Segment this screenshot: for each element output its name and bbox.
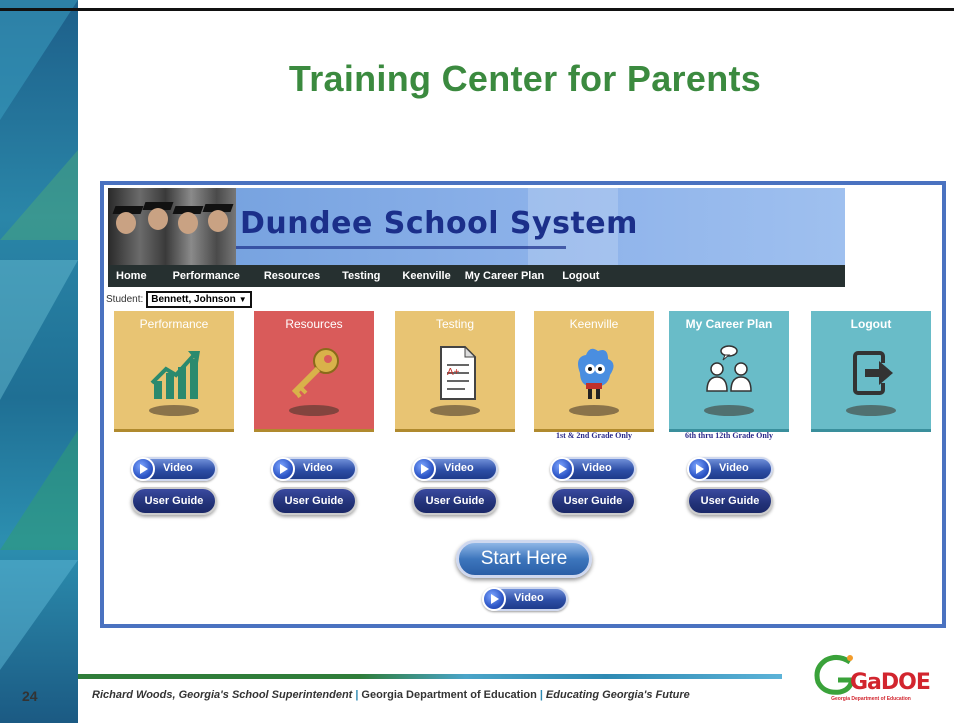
video-label: Video	[514, 592, 544, 604]
nav-logout[interactable]: Logout	[562, 270, 599, 282]
play-icon	[412, 457, 436, 481]
top-divider	[0, 8, 954, 11]
video-label: Video	[582, 462, 612, 474]
portal-logo-title: Dundee School System	[240, 206, 638, 241]
tile-label: Resources	[285, 317, 343, 331]
video-button[interactable]: Video	[131, 457, 217, 481]
portal-navbar: Home Performance Resources Testing Keenv…	[108, 265, 845, 287]
footer-text: Richard Woods, Georgia's School Superint…	[92, 689, 690, 701]
user-guide-button[interactable]: User Guide	[131, 487, 217, 515]
media-button-row: Video User Guide Video User Guide Video …	[104, 457, 942, 527]
tile-label: My Career Plan	[685, 317, 773, 331]
test-document-icon: A+	[440, 345, 477, 400]
user-guide-button[interactable]: User Guide	[271, 487, 357, 515]
play-icon	[550, 457, 574, 481]
chart-icon	[150, 351, 200, 399]
user-guide-button[interactable]: User Guide	[412, 487, 498, 515]
tile-row: Performance Resources Testing A+ Keenvil…	[104, 311, 942, 451]
tile-logout[interactable]: Logout	[811, 311, 931, 432]
play-icon	[687, 457, 711, 481]
nav-home[interactable]: Home	[116, 270, 147, 282]
play-icon	[131, 457, 155, 481]
tile-label: Logout	[850, 317, 892, 331]
tile-label: Testing	[435, 317, 475, 331]
tile-resources[interactable]: Resources	[254, 311, 374, 432]
graduates-photo	[108, 188, 236, 266]
gadoe-logo-subtitle: Georgia Department of Education	[831, 696, 911, 702]
nav-testing[interactable]: Testing	[342, 270, 380, 282]
user-guide-button[interactable]: User Guide	[550, 487, 636, 515]
footer-divider	[78, 674, 782, 679]
page-number: 24	[22, 688, 38, 704]
video-button[interactable]: Video	[271, 457, 357, 481]
gadoe-logo-text: GaDOE	[850, 670, 931, 695]
tile-note: 6th thru 12th Grade Only	[684, 431, 773, 440]
student-selector-row: Student: Bennett, Johnson ▼	[106, 291, 252, 308]
video-button[interactable]: Video	[687, 457, 773, 481]
portal-screenshot: Dundee School System Home Performance Re…	[100, 181, 946, 628]
tile-performance[interactable]: Performance	[114, 311, 234, 432]
nav-resources[interactable]: Resources	[264, 270, 320, 282]
tile-note: 1st & 2nd Grade Only	[555, 431, 632, 440]
tile-keenville[interactable]: Keenville 1st & 2nd Grade Only	[534, 311, 654, 440]
tile-label: Performance	[139, 317, 209, 331]
video-label: Video	[303, 462, 333, 474]
student-select-value: Bennett, Johnson	[151, 294, 236, 305]
nav-keenville[interactable]: Keenville	[402, 270, 450, 282]
chevron-down-icon: ▼	[238, 295, 247, 304]
gadoe-logo: GaDOE Georgia Department of Education	[810, 652, 932, 710]
svg-text:A+: A+	[447, 367, 460, 378]
slide-title: Training Center for Parents	[288, 58, 762, 99]
footer-department: Georgia Department of Education	[361, 689, 537, 701]
people-chat-icon	[706, 345, 752, 392]
tile-label: Keenville	[569, 317, 619, 331]
start-here-button[interactable]: Start Here	[456, 540, 592, 578]
video-button[interactable]: Video	[412, 457, 498, 481]
key-icon	[291, 348, 339, 399]
play-icon	[271, 457, 295, 481]
video-button[interactable]: Video	[550, 457, 636, 481]
keenville-character-icon	[578, 348, 614, 399]
portal-banner: Dundee School System	[108, 188, 845, 266]
student-select[interactable]: Bennett, Johnson ▼	[146, 291, 252, 308]
student-label: Student:	[106, 294, 144, 305]
play-icon	[482, 587, 506, 611]
nav-performance[interactable]: Performance	[173, 270, 240, 282]
logout-icon	[853, 351, 893, 395]
nav-my-career-plan[interactable]: My Career Plan	[465, 270, 544, 282]
user-guide-button[interactable]: User Guide	[687, 487, 773, 515]
footer-superintendent: Richard Woods, Georgia's School Superint…	[92, 689, 353, 701]
video-label: Video	[163, 462, 193, 474]
video-label: Video	[444, 462, 474, 474]
tile-testing[interactable]: Testing A+	[395, 311, 515, 432]
footer-motto: Educating Georgia's Future	[545, 689, 690, 701]
video-label: Video	[719, 462, 749, 474]
video-button[interactable]: Video	[482, 587, 568, 611]
decorative-side-strip	[0, 0, 78, 723]
tile-my-career-plan[interactable]: My Career Plan 6th thru 12th Grade Only	[669, 311, 789, 440]
